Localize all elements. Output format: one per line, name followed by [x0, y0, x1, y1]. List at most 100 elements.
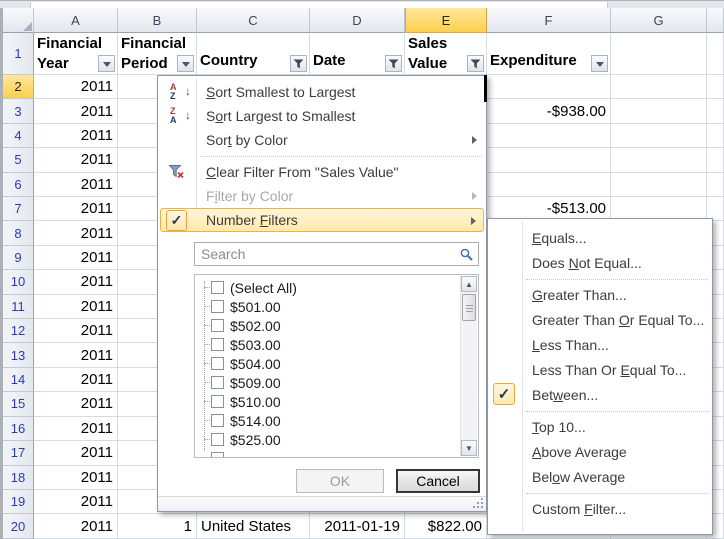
cell-expenditure[interactable] [487, 75, 611, 99]
submenu-item-equals[interactable]: Equals... [490, 225, 710, 250]
cell-financial-year[interactable]: 2011 [34, 466, 118, 490]
filter-button-expenditure[interactable] [591, 55, 608, 72]
col-header-c[interactable]: C [197, 8, 310, 33]
cell-date-header[interactable]: Date [310, 33, 405, 75]
col-header-e-selected[interactable]: E [405, 8, 487, 33]
row-number[interactable]: 2 [3, 75, 34, 99]
list-item[interactable]: $503.00 [201, 335, 460, 354]
col-header-g[interactable]: G [611, 8, 707, 33]
submenu-item-below-average[interactable]: Below Average [490, 464, 710, 489]
menu-item-number-filters-highlighted[interactable]: ✓ Number Filters [160, 208, 484, 232]
cell-date[interactable]: 2011-01-19 [310, 514, 405, 538]
submenu-item-above-average[interactable]: Above Average [490, 439, 710, 464]
cell-financial-year[interactable]: 2011 [34, 221, 118, 245]
list-item[interactable]: $502.00 [201, 316, 460, 335]
resize-grip-icon[interactable] [473, 498, 483, 508]
cell-country[interactable]: United States [197, 514, 310, 538]
cell-g[interactable] [611, 173, 707, 197]
submenu-item-less-than-or-equal[interactable]: Less Than Or Equal To... [490, 357, 710, 382]
submenu-item-greater-than-or-equal[interactable]: Greater Than Or Equal To... [490, 307, 710, 332]
list-item[interactable]: (Select All) [201, 278, 460, 297]
cell-financial-year[interactable]: 2011 [34, 270, 118, 294]
row-number[interactable]: 3 [3, 99, 34, 123]
cell-financial-year[interactable]: 2011 [34, 99, 118, 123]
filter-button-sales-value-open[interactable] [467, 55, 484, 72]
cell-financial-year[interactable]: 2011 [34, 490, 118, 514]
checkbox-icon[interactable] [211, 452, 224, 458]
checkbox-icon[interactable] [211, 300, 224, 313]
checkbox-icon[interactable] [211, 357, 224, 370]
cell-sales-value-header[interactable]: Sales Value [405, 33, 487, 75]
cell-financial-year[interactable]: 2011 [34, 148, 118, 172]
menu-item-clear-filter[interactable]: Clear Filter From "Sales Value" [160, 160, 484, 184]
menu-item-sort-largest-to-smallest[interactable]: Z A ↓ Sort Largest to Smallest [160, 104, 484, 128]
row-number[interactable]: 14 [3, 368, 34, 392]
cell-financial-year[interactable]: 2011 [34, 417, 118, 441]
checkbox-icon[interactable] [211, 319, 224, 332]
submenu-item-greater-than[interactable]: Greater Than... [490, 282, 710, 307]
row-number[interactable]: 18 [3, 466, 34, 490]
cell-financial-year[interactable]: 2011 [34, 75, 118, 99]
row-number[interactable]: 16 [3, 417, 34, 441]
row-number[interactable]: 6 [3, 173, 34, 197]
list-item-partial[interactable] [201, 449, 460, 458]
row-number[interactable]: 9 [3, 246, 34, 270]
checkbox-icon[interactable] [211, 281, 224, 294]
row-number[interactable]: 5 [3, 148, 34, 172]
list-scrollbar[interactable]: ▲ ▼ [460, 276, 477, 456]
cell-g1[interactable] [611, 33, 707, 75]
submenu-item-custom-filter[interactable]: Custom Filter... [490, 496, 710, 521]
submenu-item-does-not-equal[interactable]: Does Not Equal... [490, 250, 710, 275]
row-number[interactable]: 7 [3, 197, 34, 221]
scroll-down-icon[interactable]: ▼ [461, 440, 477, 456]
cell-financial-year[interactable]: 2011 [34, 343, 118, 367]
checkbox-icon[interactable] [211, 395, 224, 408]
filter-button-financial-year[interactable] [98, 55, 115, 72]
row-number[interactable]: 11 [3, 295, 34, 319]
filter-button-country-filtered[interactable] [290, 55, 307, 72]
cell-financial-year[interactable]: 2011 [34, 441, 118, 465]
list-item[interactable]: $504.00 [201, 354, 460, 373]
row-number[interactable]: 12 [3, 319, 34, 343]
cell-financial-year[interactable]: 2011 [34, 295, 118, 319]
cell-g[interactable] [611, 124, 707, 148]
cell-financial-year[interactable]: 2011 [34, 124, 118, 148]
filter-button-financial-period[interactable] [177, 55, 194, 72]
cell-sales-value[interactable]: $822.00 [405, 514, 487, 538]
cell-country-header[interactable]: Country [197, 33, 310, 75]
filter-button-date-filtered[interactable] [385, 55, 402, 72]
cell-financial-year[interactable]: 2011 [34, 514, 118, 538]
col-header-a[interactable]: A [34, 8, 118, 33]
col-header-f[interactable]: F [487, 8, 611, 33]
row-number[interactable]: 15 [3, 392, 34, 416]
checkbox-icon[interactable] [211, 414, 224, 427]
list-item[interactable]: $501.00 [201, 297, 460, 316]
row-header-1[interactable]: 1 [3, 33, 34, 75]
row-number[interactable]: 4 [3, 124, 34, 148]
cell-expenditure[interactable] [487, 124, 611, 148]
cell-financial-year[interactable]: 2011 [34, 319, 118, 343]
checkbox-icon[interactable] [211, 433, 224, 446]
list-item[interactable]: $514.00 [201, 411, 460, 430]
menu-item-sort-smallest-to-largest[interactable]: A Z ↓ Sort Smallest to Largest [160, 80, 484, 104]
menu-item-sort-by-color[interactable]: Sort by Color [160, 128, 484, 152]
select-all-corner[interactable] [3, 8, 34, 33]
cancel-button[interactable]: Cancel [396, 469, 480, 493]
cell-g[interactable] [611, 99, 707, 123]
cell-g[interactable] [611, 75, 707, 99]
submenu-item-less-than[interactable]: Less Than... [490, 332, 710, 357]
checkbox-icon[interactable] [211, 338, 224, 351]
cell-financial-year-header[interactable]: Financial Year [34, 33, 118, 75]
list-item[interactable]: $510.00 [201, 392, 460, 411]
search-input[interactable] [194, 242, 479, 266]
ok-button[interactable]: OK [296, 469, 384, 493]
scrollbar-thumb[interactable] [462, 294, 476, 321]
col-header-d[interactable]: D [310, 8, 405, 33]
cell-financial-year[interactable]: 2011 [34, 392, 118, 416]
cell-financial-year[interactable]: 2011 [34, 173, 118, 197]
submenu-item-top-10[interactable]: Top 10... [490, 414, 710, 439]
cell-expenditure[interactable] [487, 173, 611, 197]
cell-expenditure[interactable] [487, 148, 611, 172]
row-number[interactable]: 20 [3, 514, 34, 538]
submenu-item-between-checked[interactable]: ✓ Between... [490, 382, 710, 407]
